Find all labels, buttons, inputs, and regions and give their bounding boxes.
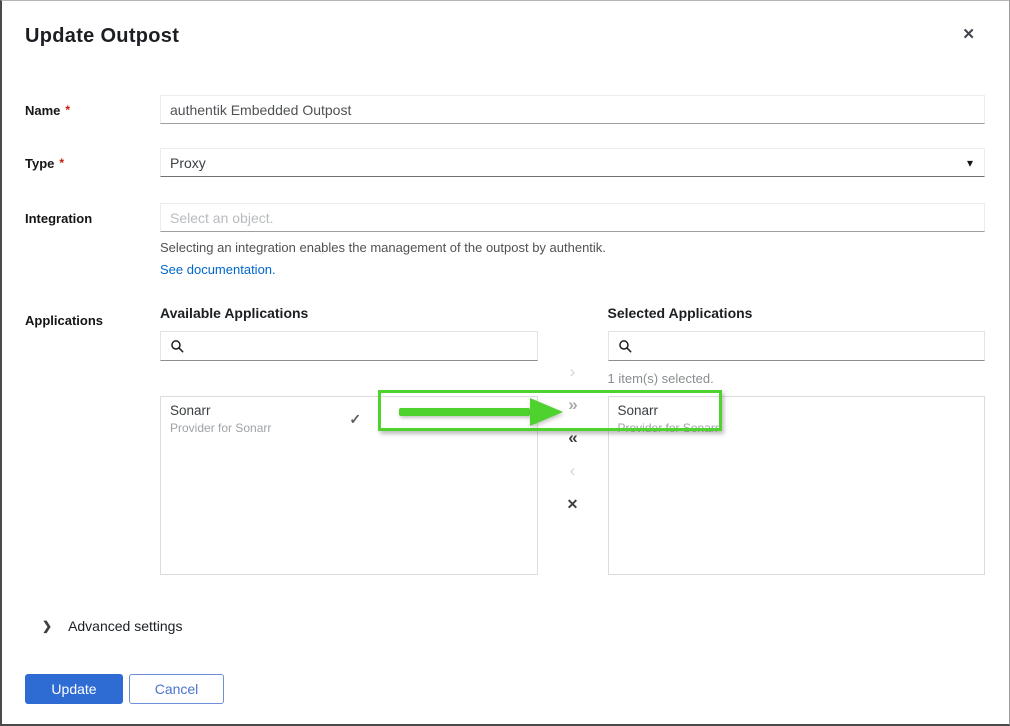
integration-input[interactable] — [160, 203, 985, 232]
application-name: Sonarr — [618, 403, 719, 418]
selected-application-option[interactable]: Sonarr Provider for Sonarr — [609, 397, 985, 442]
type-required-marker: * — [59, 156, 64, 170]
check-icon: ✓ — [349, 411, 361, 428]
application-description: Provider for Sonarr — [170, 421, 271, 435]
dual-list-selector: Available Applications — [160, 305, 985, 575]
type-selected-value: Proxy — [170, 155, 206, 171]
move-all-right-button[interactable]: » — [568, 395, 576, 415]
advanced-settings-label: Advanced settings — [68, 618, 182, 634]
selected-applications-list[interactable]: Sonarr Provider for Sonarr — [608, 396, 986, 575]
clear-selection-button[interactable]: ✕ — [567, 494, 579, 514]
caret-down-icon: ▾ — [967, 157, 973, 169]
application-name: Sonarr — [170, 403, 271, 418]
modal-body: Update Outpost ✕ Name* Type* Proxy ▾ — [2, 1, 1009, 704]
transfer-controls: › » « ‹ ✕ — [538, 305, 608, 575]
double-chevron-right-icon: » — [568, 395, 576, 414]
move-selected-right-button[interactable]: › — [570, 362, 576, 382]
name-input[interactable] — [160, 95, 985, 124]
available-status-row — [160, 361, 538, 396]
modal-header: Update Outpost ✕ — [25, 25, 985, 48]
available-applications-column: Available Applications — [160, 305, 538, 575]
available-application-option[interactable]: Sonarr Provider for Sonarr ✓ — [161, 397, 537, 442]
integration-label: Integration — [25, 203, 160, 279]
outpost-form: Name* Type* Proxy ▾ Integration Se — [25, 95, 985, 704]
available-search-box — [160, 331, 538, 361]
search-icon — [618, 339, 632, 353]
application-description: Provider for Sonarr — [618, 421, 719, 435]
name-label: Name* — [25, 95, 160, 124]
move-all-left-button[interactable]: « — [568, 428, 576, 448]
update-button[interactable]: Update — [25, 674, 123, 704]
chevron-left-icon: ‹ — [570, 461, 576, 480]
see-documentation-link[interactable]: See documentation. — [160, 262, 276, 277]
selected-search-input[interactable] — [641, 338, 976, 355]
update-outpost-modal: { "modal": { "title": "Update Outpost" }… — [0, 0, 1010, 726]
page-title: Update Outpost — [25, 25, 179, 48]
applications-field-row: Applications Available Applications — [25, 305, 985, 575]
integration-help-text: Selecting an integration enables the man… — [160, 240, 985, 255]
type-label: Type* — [25, 148, 160, 177]
advanced-settings-toggle[interactable]: ❯ Advanced settings — [42, 618, 985, 634]
type-field-row: Type* Proxy ▾ — [25, 148, 985, 177]
selected-applications-column: Selected Applications 1 item(s) selected… — [608, 305, 986, 575]
available-applications-title: Available Applications — [160, 305, 538, 323]
search-icon — [170, 339, 184, 353]
applications-label: Applications — [25, 305, 160, 575]
type-select[interactable]: Proxy ▾ — [160, 148, 985, 177]
available-applications-list[interactable]: Sonarr Provider for Sonarr ✓ — [160, 396, 538, 575]
cancel-button[interactable]: Cancel — [129, 674, 224, 704]
available-search-input[interactable] — [193, 338, 528, 355]
move-selected-left-button[interactable]: ‹ — [570, 461, 576, 481]
selected-count-text: 1 item(s) selected. — [608, 361, 986, 396]
clear-x-icon: ✕ — [567, 496, 579, 512]
chevron-right-icon: › — [570, 362, 576, 381]
modal-footer: Update Cancel — [25, 674, 985, 704]
integration-field-row: Integration Selecting an integration ena… — [25, 203, 985, 279]
selected-search-box — [608, 331, 986, 361]
double-chevron-left-icon: « — [568, 428, 576, 447]
chevron-right-icon: ❯ — [42, 619, 52, 633]
selected-applications-title: Selected Applications — [608, 305, 986, 323]
close-icon: ✕ — [962, 26, 975, 43]
name-required-marker: * — [65, 103, 70, 117]
name-field-row: Name* — [25, 95, 985, 124]
close-button[interactable]: ✕ — [956, 25, 981, 44]
